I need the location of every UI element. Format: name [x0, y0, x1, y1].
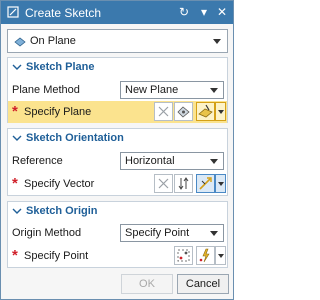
dialog-title: Create Sketch — [25, 6, 102, 20]
chevron-down-icon — [213, 39, 221, 44]
specify-plane-label: Specify Plane — [24, 106, 92, 118]
close-icon[interactable]: ✕ — [215, 5, 229, 19]
sketch-orientation-header[interactable]: Sketch Orientation — [8, 129, 227, 149]
sketch-type-value: On Plane — [30, 35, 76, 47]
origin-method-row: Origin Method Specify Point — [8, 222, 227, 244]
remove-vector-button[interactable] — [154, 174, 173, 193]
specify-vector-label: Specify Vector — [24, 178, 95, 190]
reference-select[interactable]: Horizontal — [120, 152, 224, 170]
remove-selection-button[interactable] — [154, 102, 173, 121]
sketch-orientation-group: Sketch Orientation Reference Horizontal … — [7, 128, 228, 196]
specify-plane-row[interactable]: * Specify Plane — [8, 101, 227, 123]
sketch-plane-header[interactable]: Sketch Plane — [8, 58, 227, 78]
vector-select-icon — [199, 177, 212, 190]
point-options-dropdown[interactable] — [215, 246, 226, 265]
chevron-down-icon — [218, 110, 224, 114]
ok-button[interactable]: OK — [121, 274, 173, 294]
cross-icon — [158, 106, 169, 117]
sketch-type-select[interactable]: On Plane — [7, 29, 228, 53]
sketch-origin-group: Sketch Origin Origin Method Specify Poin… — [7, 201, 228, 268]
point-snap-icon — [199, 248, 210, 263]
plane-method-select[interactable]: New Plane — [120, 81, 224, 99]
chevron-down-icon — [210, 231, 218, 236]
specify-vector-row[interactable]: * Specify Vector — [8, 173, 227, 195]
plane-method-row: Plane Method New Plane — [8, 79, 227, 101]
title-bar[interactable]: Create Sketch ↻ ▾ ✕ — [1, 1, 233, 24]
chevron-down-icon — [218, 182, 224, 186]
origin-method-value: Specify Point — [125, 227, 190, 239]
chevron-down-icon — [218, 254, 224, 258]
reset-icon[interactable]: ↻ — [177, 5, 191, 19]
specify-point-label: Specify Point — [24, 250, 89, 262]
plane-method-value: New Plane — [125, 84, 179, 96]
reverse-direction-button[interactable] — [174, 174, 193, 193]
point-constructor-icon — [177, 249, 190, 262]
required-asterisk-icon: * — [12, 103, 18, 120]
collapse-chevron-icon — [12, 135, 22, 141]
reference-row: Reference Horizontal — [8, 150, 227, 172]
plane-options-dropdown[interactable] — [215, 102, 226, 121]
origin-method-select[interactable]: Specify Point — [120, 224, 224, 242]
point-snap-button[interactable] — [196, 246, 215, 265]
reverse-direction-icon — [178, 177, 189, 190]
plane-method-label: Plane Method — [12, 84, 80, 96]
minimize-icon[interactable]: ▾ — [197, 5, 211, 19]
specify-point-row[interactable]: * Specify Point — [8, 245, 227, 267]
plane-inference-button[interactable] — [174, 102, 193, 121]
sketch-app-icon — [7, 6, 19, 18]
required-asterisk-icon: * — [12, 247, 18, 264]
create-sketch-dialog: Create Sketch ↻ ▾ ✕ On Plane Sketch Plan… — [0, 0, 234, 300]
sketch-orientation-title: Sketch Orientation — [26, 132, 124, 144]
collapse-chevron-icon — [12, 208, 22, 214]
origin-method-label: Origin Method — [12, 227, 82, 239]
point-dialog-button[interactable] — [174, 246, 193, 265]
sketch-origin-header[interactable]: Sketch Origin — [8, 202, 227, 222]
required-asterisk-icon: * — [12, 175, 18, 192]
reference-value: Horizontal — [125, 155, 175, 167]
plane-select-icon — [198, 104, 213, 118]
vector-dialog-button[interactable] — [196, 174, 215, 193]
cross-icon — [158, 178, 169, 189]
collapse-chevron-icon — [12, 64, 22, 70]
vector-options-dropdown[interactable] — [215, 174, 226, 193]
sketch-origin-title: Sketch Origin — [26, 205, 98, 217]
sketch-plane-title: Sketch Plane — [26, 61, 95, 73]
plane-orient-icon — [177, 106, 190, 118]
sketch-plane-group: Sketch Plane Plane Method New Plane * Sp… — [7, 57, 228, 123]
reference-label: Reference — [12, 155, 63, 167]
plane-icon — [14, 37, 26, 47]
chevron-down-icon — [210, 159, 218, 164]
plane-dialog-button[interactable] — [196, 102, 215, 121]
cancel-button[interactable]: Cancel — [177, 274, 229, 294]
chevron-down-icon — [210, 88, 218, 93]
